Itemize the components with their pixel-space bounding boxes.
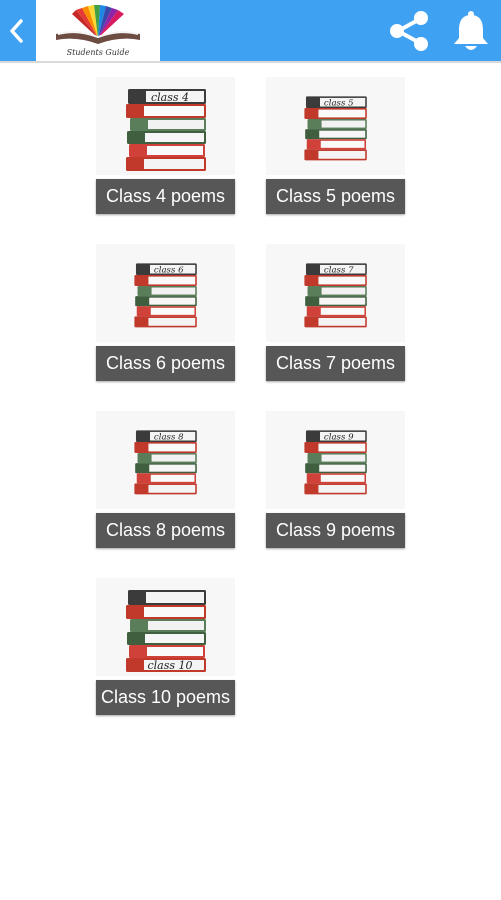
book-stack-icon: class 10 bbox=[96, 578, 235, 676]
book-stack-icon: class 9 bbox=[266, 411, 405, 509]
book-stack-icon: class 7 bbox=[266, 244, 405, 342]
open-book-logo-icon bbox=[56, 5, 140, 44]
share-icon bbox=[390, 11, 428, 51]
tile-class-4[interactable]: class 4 Class 4 poems bbox=[96, 77, 235, 217]
book-stack-icon: class 4 bbox=[96, 77, 235, 175]
tile-class-8[interactable]: class 8 Class 8 poems bbox=[96, 411, 235, 551]
book-stack-icon: class 8 bbox=[96, 411, 235, 509]
app-bar: Students Guide bbox=[0, 0, 501, 61]
tile-label[interactable]: Class 5 poems bbox=[266, 179, 405, 214]
tile-label[interactable]: Class 6 poems bbox=[96, 346, 235, 381]
book-stack-icon: class 6 bbox=[96, 244, 235, 342]
tile-label[interactable]: Class 10 poems bbox=[96, 680, 235, 715]
svg-text:class 10: class 10 bbox=[147, 659, 192, 672]
back-button[interactable] bbox=[0, 0, 34, 61]
tile-label[interactable]: Class 4 poems bbox=[96, 179, 235, 214]
bell-icon bbox=[454, 11, 488, 50]
book-stack-image: class 10 bbox=[96, 578, 235, 676]
tile-label[interactable]: Class 7 poems bbox=[266, 346, 405, 381]
svg-text:class 8: class 8 bbox=[154, 433, 184, 443]
logo-caption: Students Guide bbox=[66, 48, 130, 57]
svg-text:class 4: class 4 bbox=[151, 91, 189, 104]
notifications-button[interactable] bbox=[450, 8, 492, 54]
svg-text:class 7: class 7 bbox=[324, 266, 354, 276]
book-stack-image: class 4 bbox=[96, 77, 235, 175]
tile-class-6[interactable]: class 6 Class 6 poems bbox=[96, 244, 235, 384]
tile-class-10[interactable]: class 10 Class 10 poems bbox=[96, 578, 235, 718]
tile-label[interactable]: Class 8 poems bbox=[96, 513, 235, 548]
book-stack-image: class 5 bbox=[266, 77, 405, 175]
svg-text:class 9: class 9 bbox=[324, 433, 354, 443]
svg-text:class 5: class 5 bbox=[324, 99, 354, 109]
tile-class-5[interactable]: class 5 Class 5 poems bbox=[266, 77, 405, 217]
tile-class-9[interactable]: class 9 Class 9 poems bbox=[266, 411, 405, 551]
book-stack-image: class 8 bbox=[96, 411, 235, 509]
svg-text:class 6: class 6 bbox=[154, 266, 184, 276]
app-bar-divider bbox=[0, 61, 501, 63]
app-logo: Students Guide bbox=[36, 0, 160, 61]
tile-class-7[interactable]: class 7 Class 7 poems bbox=[266, 244, 405, 384]
book-stack-icon: class 5 bbox=[266, 77, 405, 175]
share-button[interactable] bbox=[386, 8, 432, 54]
book-stack-image: class 7 bbox=[266, 244, 405, 342]
chevron-left-icon bbox=[10, 18, 23, 43]
book-stack-image: class 9 bbox=[266, 411, 405, 509]
book-stack-image: class 6 bbox=[96, 244, 235, 342]
tile-label[interactable]: Class 9 poems bbox=[266, 513, 405, 548]
